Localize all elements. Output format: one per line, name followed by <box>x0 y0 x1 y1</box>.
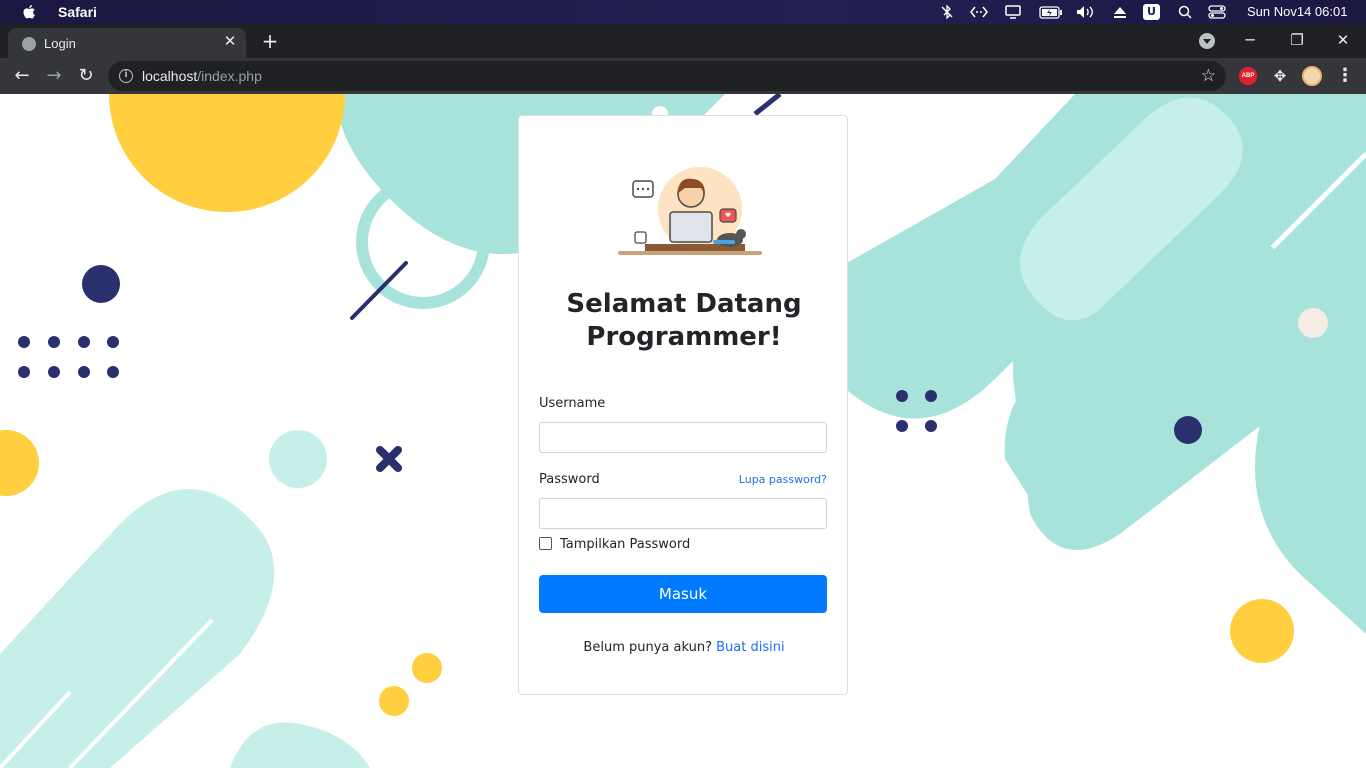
eject-icon[interactable] <box>1111 4 1129 20</box>
welcome-heading: Selamat Datang Programmer! <box>519 288 849 354</box>
site-info-icon[interactable]: i <box>119 69 133 83</box>
signup-text: Belum punya akun? <box>583 640 712 655</box>
username-input[interactable] <box>539 422 827 453</box>
forward-arrow-icon[interactable]: → <box>44 66 64 86</box>
heading-line-1: Selamat Datang <box>566 289 802 319</box>
apple-icon[interactable] <box>21 3 37 21</box>
close-window-button[interactable]: ✕ <box>1331 30 1355 50</box>
username-label: Username <box>539 396 606 411</box>
profile-avatar[interactable] <box>1302 66 1322 86</box>
search-icon[interactable] <box>1176 4 1194 20</box>
restore-button[interactable]: ❐ <box>1285 30 1309 50</box>
volume-icon[interactable] <box>1076 4 1096 20</box>
adblock-extension-icon[interactable]: ABP <box>1239 67 1257 85</box>
display-icon[interactable] <box>1004 4 1022 20</box>
login-card: Selamat Datang Programmer! Username Pass… <box>518 115 848 695</box>
url-text[interactable]: localhost/index.php <box>142 68 262 84</box>
app-name[interactable]: Safari <box>58 4 97 20</box>
programmer-illustration <box>618 167 762 255</box>
new-tab-button[interactable]: + <box>260 31 280 52</box>
globe-icon <box>22 37 36 51</box>
bookmark-star-icon[interactable]: ☆ <box>1201 66 1216 86</box>
bluetooth-off-icon[interactable] <box>938 4 956 20</box>
browser-toolbar: ← → ↻ i localhost/index.php ☆ ABP ✥ ⋮ <box>0 58 1366 94</box>
signup-link[interactable]: Buat disini <box>716 640 784 655</box>
tab-title: Login <box>44 36 76 51</box>
show-password-checkbox[interactable] <box>539 537 552 550</box>
back-arrow-icon[interactable]: ← <box>12 66 32 86</box>
address-bar[interactable]: i localhost/index.php ☆ <box>108 61 1226 91</box>
u-app-icon[interactable]: U <box>1143 4 1160 20</box>
close-tab-icon[interactable]: ✕ <box>222 34 238 50</box>
tab-login[interactable]: Login ✕ <box>8 28 246 58</box>
heading-line-2: Programmer! <box>586 322 782 352</box>
menu-clock[interactable]: Sun Nov14 06:01 <box>1247 4 1347 19</box>
tab-strip: Login ✕ + ─ ❐ ✕ <box>0 24 1366 58</box>
forgot-password-link[interactable]: Lupa password? <box>739 473 827 486</box>
url-host: localhost <box>142 68 198 84</box>
page-viewport: Selamat Datang Programmer! Username Pass… <box>0 94 1366 768</box>
show-password-label[interactable]: Tampilkan Password <box>560 537 690 552</box>
code-icon[interactable] <box>970 4 988 20</box>
signup-prompt: Belum punya akun? Buat disini <box>519 640 849 655</box>
password-input[interactable] <box>539 498 827 529</box>
url-path: /index.php <box>197 68 262 84</box>
control-center-icon[interactable] <box>1208 4 1226 20</box>
minimize-button[interactable]: ─ <box>1238 30 1262 50</box>
battery-icon[interactable] <box>1039 4 1063 20</box>
menu-bar: Safari U Sun Nov14 06:01 <box>0 0 1366 24</box>
reload-icon[interactable]: ↻ <box>76 66 96 86</box>
extensions-puzzle-icon[interactable]: ✥ <box>1271 67 1289 85</box>
login-button[interactable]: Masuk <box>539 575 827 613</box>
tab-search-icon[interactable] <box>1199 33 1215 49</box>
password-label: Password <box>539 472 600 487</box>
browser-menu-icon[interactable]: ⋮ <box>1336 67 1354 85</box>
